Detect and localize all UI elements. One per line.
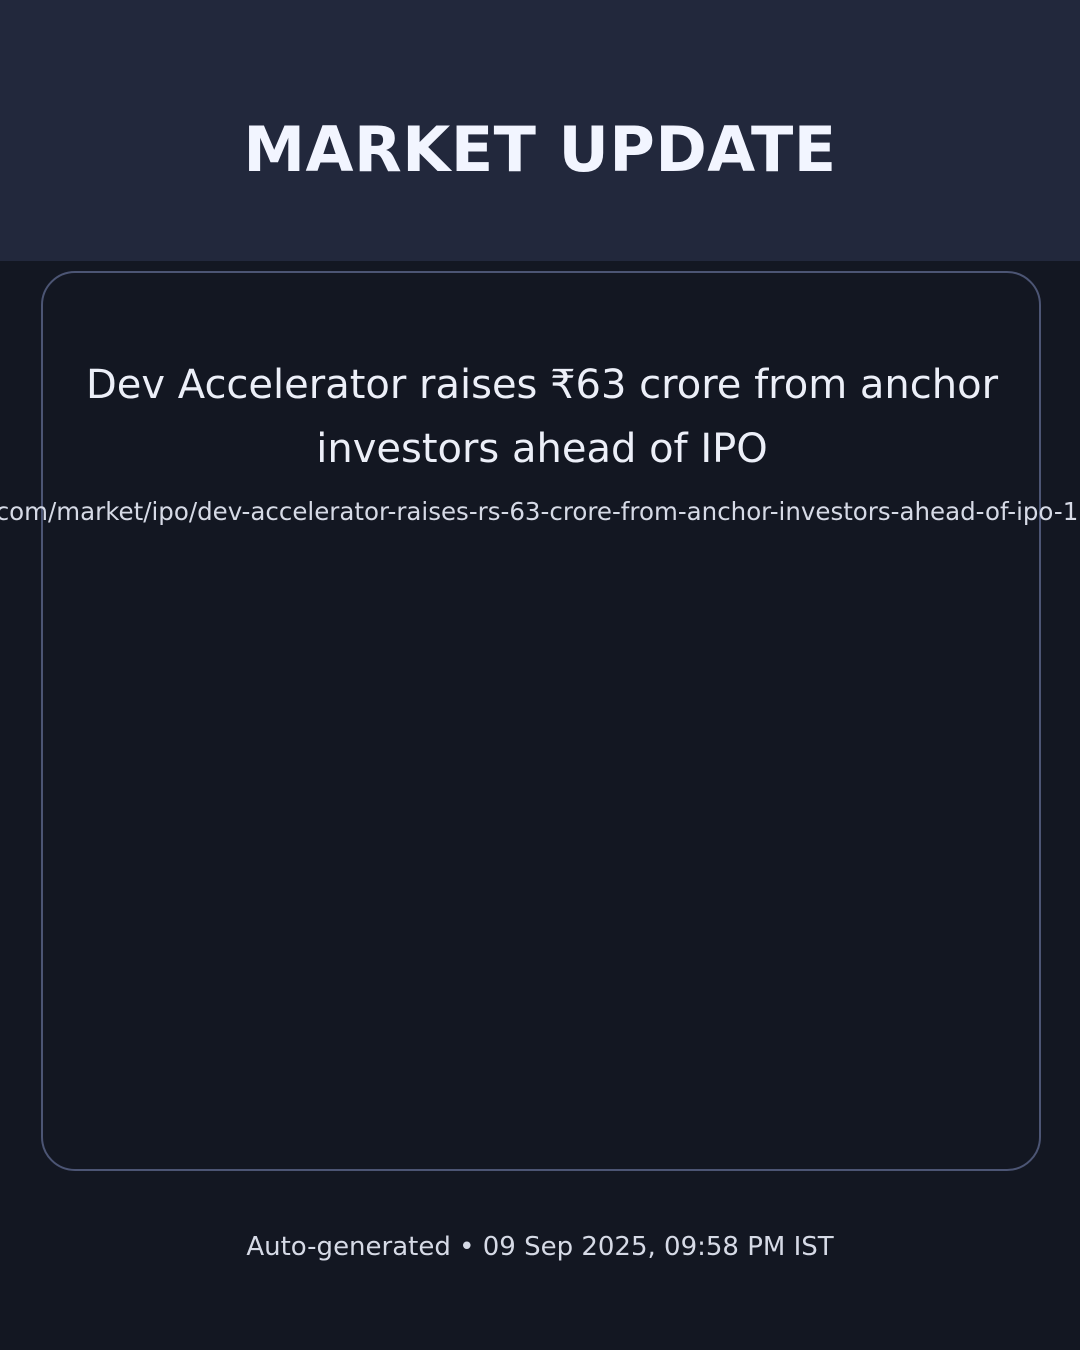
footer-timestamp: Auto-generated • 09 Sep 2025, 09:58 PM I… bbox=[246, 1232, 834, 1262]
article-link-row: https://www.livemint.com/market/ipo/dev-… bbox=[0, 271, 1080, 1167]
article-link[interactable]: https://www.livemint.com/market/ipo/dev-… bbox=[0, 495, 1080, 529]
page-title: MARKET UPDATE bbox=[243, 113, 837, 186]
header-banner: MARKET UPDATE bbox=[0, 0, 1080, 261]
